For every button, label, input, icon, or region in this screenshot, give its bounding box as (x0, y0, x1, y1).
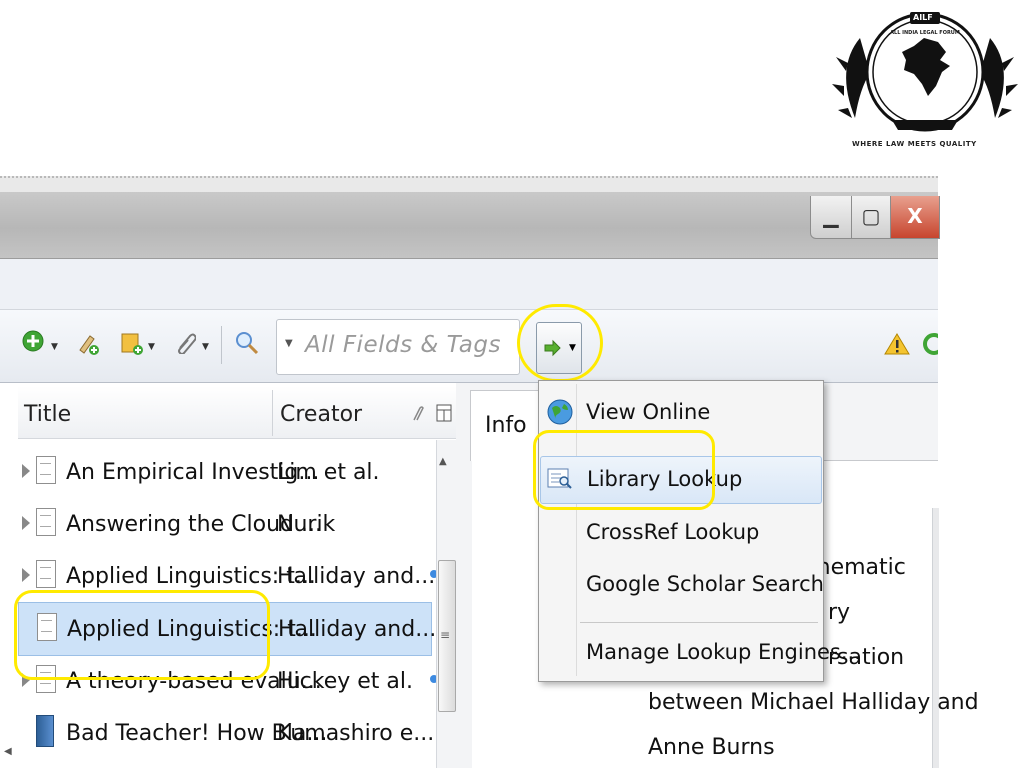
row-creator: Halliday and... (278, 617, 437, 642)
abstract-line: ry (828, 600, 851, 625)
menu-item-manage-lookup-engines[interactable]: Manage Lookup Engines... (540, 630, 861, 676)
new-item-dropdown-icon[interactable]: ▼ (51, 342, 58, 352)
column-divider (272, 390, 273, 436)
attachment-dropdown-icon[interactable]: ▼ (202, 342, 209, 352)
items-column-header (18, 386, 456, 439)
logo: AILF ALL INDIA LEGAL FORUM (830, 8, 1020, 158)
tab-info-label: Info (485, 413, 527, 438)
maximize-button[interactable]: ▢ (851, 196, 891, 239)
document-icon (36, 508, 56, 536)
menu-item-google-scholar-search[interactable]: Google Scholar Search (540, 562, 824, 608)
table-row[interactable]: Answering the Cloud ... Nurik (18, 498, 430, 550)
maximize-icon: ▢ (861, 204, 881, 228)
row-creator: Kumashiro e... (277, 721, 435, 746)
column-header-creator[interactable]: Creator (280, 402, 362, 427)
highlight-library-lookup (533, 430, 715, 510)
menu-item-label: Google Scholar Search (586, 572, 824, 596)
abstract-line: Anne Burns (648, 735, 775, 760)
column-header-title[interactable]: Title (24, 402, 71, 427)
new-note-icon[interactable] (76, 330, 99, 355)
row-creator: Lim et al. (277, 460, 380, 485)
search-mode-dropdown-icon[interactable]: ▼ (285, 338, 293, 349)
document-icon (36, 456, 56, 484)
attachment-icon[interactable] (174, 330, 197, 355)
search-placeholder: All Fields & Tags (305, 332, 501, 358)
logo-tagline: WHERE LAW MEETS QUALITY (852, 140, 977, 148)
row-creator: Hickey et al. (277, 669, 413, 694)
window-top-strip (0, 176, 938, 192)
row-creator: Halliday and... (277, 564, 436, 589)
scroll-left-arrow-icon[interactable]: ◀ (4, 746, 12, 757)
expand-arrow-icon[interactable] (22, 464, 30, 478)
book-icon (36, 715, 54, 747)
menu-item-crossref-lookup[interactable]: CrossRef Lookup (540, 510, 820, 556)
column-picker-icon[interactable] (436, 404, 452, 426)
minimize-icon: ▁ (823, 204, 839, 228)
menu-separator (580, 622, 818, 623)
attachment-column-icon[interactable] (410, 404, 424, 428)
new-item-icon[interactable] (22, 330, 44, 352)
scroll-up-arrow-icon[interactable]: ▲ (439, 456, 447, 467)
warning-icon[interactable] (884, 332, 910, 360)
menu-item-label: Manage Lookup Engines... (586, 640, 861, 664)
minimize-button[interactable]: ▁ (810, 196, 852, 239)
advanced-search-icon[interactable] (234, 330, 259, 355)
add-by-identifier-dropdown-icon[interactable]: ▼ (148, 342, 155, 352)
menu-item-label: View Online (586, 400, 711, 424)
menu-item-label: CrossRef Lookup (586, 520, 760, 544)
table-row[interactable]: Bad Teacher! How Bla... Kumashiro e... (18, 707, 434, 759)
highlight-locate-button (517, 304, 603, 382)
highlight-selected-item (14, 590, 270, 680)
scroll-grip-icon: ≡ (440, 628, 451, 642)
logo-badge-text: AILF (913, 13, 933, 22)
close-icon: X (907, 204, 923, 228)
abstract-line: thematic (808, 555, 906, 580)
globe-icon (547, 399, 573, 425)
close-button[interactable]: X (890, 196, 940, 239)
window-titlebar (0, 192, 938, 259)
expand-arrow-icon[interactable] (22, 568, 30, 582)
expand-arrow-icon[interactable] (22, 516, 30, 530)
sync-icon[interactable] (922, 332, 945, 360)
row-creator: Nurik (277, 512, 336, 537)
add-by-identifier-icon[interactable] (120, 330, 143, 355)
table-row[interactable]: An Empirical Investig... Lim et al. (18, 446, 430, 498)
abstract-line: between Michael Halliday and (648, 690, 979, 715)
toolbar-separator (221, 326, 222, 364)
document-icon (36, 560, 56, 588)
menu-area (0, 259, 938, 310)
logo-name-text: ALL INDIA LEGAL FORUM (890, 30, 960, 36)
